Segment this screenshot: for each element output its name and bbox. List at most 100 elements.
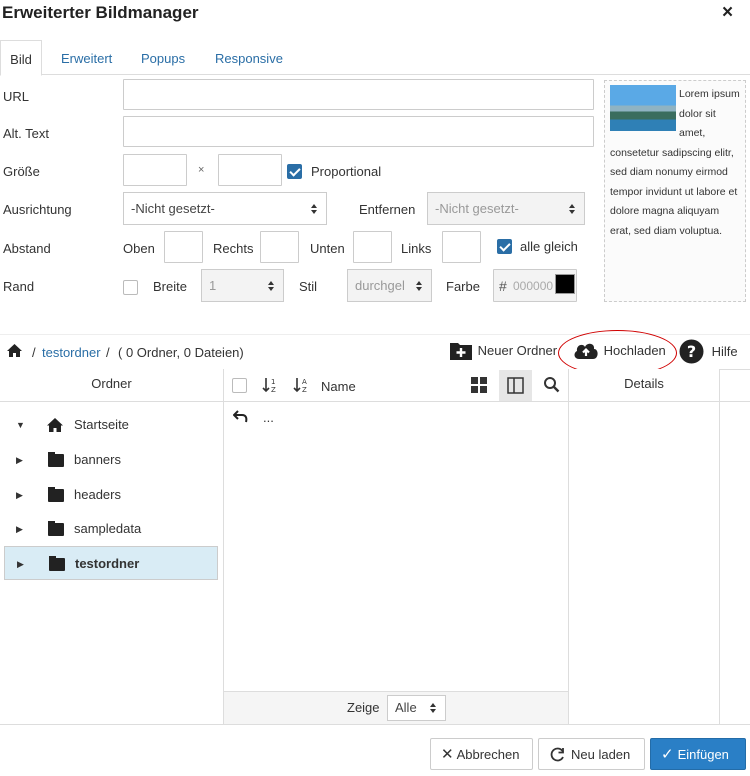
all-equal-label: alle gleich	[520, 239, 578, 254]
border-style-select[interactable]: durchgel	[347, 269, 432, 302]
width-input[interactable]	[123, 154, 187, 186]
bottom-label: Unten	[310, 241, 345, 256]
tab-responsive[interactable]: Responsive	[215, 40, 283, 75]
remove-select[interactable]: -Nicht gesetzt-	[427, 192, 585, 225]
url-input[interactable]	[123, 79, 594, 110]
tree-item-testordner[interactable]: ▶ testordner	[4, 546, 218, 580]
tree-item-banners[interactable]: ▶ banners	[4, 443, 218, 477]
svg-text:1: 1	[271, 378, 275, 386]
caret-right-icon: ▶	[16, 490, 23, 500]
tree-item-label: sampledata	[74, 521, 142, 536]
proportional-checkbox[interactable]	[287, 164, 302, 179]
divider	[0, 724, 750, 725]
bottom-input[interactable]	[353, 231, 392, 263]
border-style-label: Stil	[299, 279, 318, 294]
columns-icon	[507, 377, 524, 394]
scroll-header	[720, 369, 750, 402]
left-label: Links	[401, 241, 432, 256]
divider	[223, 369, 224, 724]
url-label: URL	[3, 89, 30, 104]
height-input[interactable]	[218, 154, 282, 186]
border-style-value: durchgel	[355, 278, 405, 293]
folders-column-header: Ordner	[0, 369, 223, 402]
caret-down-icon: ▼	[16, 420, 25, 430]
tab-bild[interactable]: Bild	[0, 40, 42, 76]
alt-text-label: Alt. Text	[3, 126, 50, 141]
updown-icon	[310, 193, 318, 224]
tree-item-label: Startseite	[74, 417, 129, 432]
sort-alpha-icon[interactable]: AZ	[293, 376, 311, 394]
home-icon	[47, 418, 63, 432]
check-icon: ✓	[661, 745, 674, 763]
details-view-toggle[interactable]	[499, 370, 532, 401]
back-icon[interactable]	[233, 410, 248, 424]
top-input[interactable]	[164, 231, 203, 263]
path-folder-link[interactable]: testordner	[42, 345, 101, 360]
border-color-input[interactable]: # 000000	[493, 269, 577, 302]
close-icon[interactable]: ×	[722, 2, 733, 24]
spacing-label: Abstand	[3, 241, 51, 256]
image-preview: Lorem ipsum dolor sit amet, consetetur s…	[604, 80, 746, 302]
path-separator: /	[32, 345, 36, 360]
tab-bar: Bild Erweitert Popups Responsive	[0, 40, 750, 76]
top-label: Oben	[123, 241, 155, 256]
cancel-button[interactable]: ✕ Abbrechen	[430, 738, 533, 770]
preview-thumbnail	[610, 85, 676, 131]
insert-label: Einfügen	[677, 746, 729, 762]
tab-popups[interactable]: Popups	[141, 40, 185, 75]
caret-right-icon: ▶	[16, 455, 23, 465]
parent-folder-item[interactable]: ...	[263, 410, 274, 425]
color-swatch[interactable]	[555, 274, 575, 294]
sort-asc-icon[interactable]: 1Z	[262, 376, 280, 394]
show-select[interactable]: Alle	[387, 695, 446, 721]
caret-right-icon: ▶	[16, 524, 23, 534]
tree-item-startseite[interactable]: ▼ Startseite	[4, 408, 218, 442]
align-select-value: -Nicht gesetzt-	[131, 201, 215, 216]
svg-text:Z: Z	[271, 386, 276, 394]
home-icon[interactable]	[6, 343, 23, 358]
tree-item-sampledata[interactable]: ▶ sampledata	[4, 512, 218, 546]
divider	[719, 369, 720, 724]
svg-text:A: A	[302, 378, 307, 386]
border-checkbox[interactable]	[123, 280, 138, 295]
folder-icon	[48, 521, 64, 536]
proportional-label: Proportional	[311, 164, 382, 179]
grid-view-icon[interactable]	[471, 377, 487, 393]
reload-button[interactable]: Neu laden	[538, 738, 645, 770]
folder-icon	[49, 556, 65, 571]
size-label: Größe	[3, 164, 40, 179]
show-select-value: Alle	[395, 700, 417, 715]
align-select[interactable]: -Nicht gesetzt-	[123, 192, 327, 225]
updown-icon	[415, 270, 423, 301]
all-equal-checkbox[interactable]	[497, 239, 512, 254]
show-label: Zeige	[347, 700, 380, 715]
color-placeholder: 000000	[513, 279, 554, 293]
help-label: Hilfe	[711, 344, 738, 359]
help-icon: ?	[679, 339, 704, 364]
reload-label: Neu laden	[571, 746, 631, 762]
name-column-label[interactable]: Name	[321, 379, 356, 394]
help-button[interactable]: ? Hilfe	[679, 339, 738, 365]
new-folder-button[interactable]: Neuer Ordner	[450, 340, 557, 364]
border-label: Rand	[3, 279, 35, 294]
close-icon: ✕	[441, 745, 454, 763]
select-all-checkbox[interactable]	[232, 378, 247, 393]
caret-right-icon: ▶	[17, 559, 24, 569]
folder-icon	[48, 452, 64, 467]
right-input[interactable]	[260, 231, 299, 263]
tree-item-headers[interactable]: ▶ headers	[4, 478, 218, 512]
updown-icon	[568, 193, 576, 224]
cancel-label: Abbrechen	[456, 746, 520, 762]
hash-icon: #	[499, 278, 507, 294]
insert-button[interactable]: ✓ Einfügen	[650, 738, 746, 770]
tab-erweitert[interactable]: Erweitert	[61, 40, 112, 75]
dialog-title: Erweiterter Bildmanager	[2, 3, 199, 22]
remove-label: Entfernen	[359, 202, 416, 217]
updown-icon	[267, 270, 275, 301]
search-icon[interactable]	[543, 376, 560, 393]
alt-text-input[interactable]	[123, 116, 594, 147]
divider	[568, 369, 569, 724]
left-input[interactable]	[442, 231, 481, 263]
border-width-select[interactable]: 1	[201, 269, 284, 302]
tree-item-label: headers	[74, 487, 121, 502]
